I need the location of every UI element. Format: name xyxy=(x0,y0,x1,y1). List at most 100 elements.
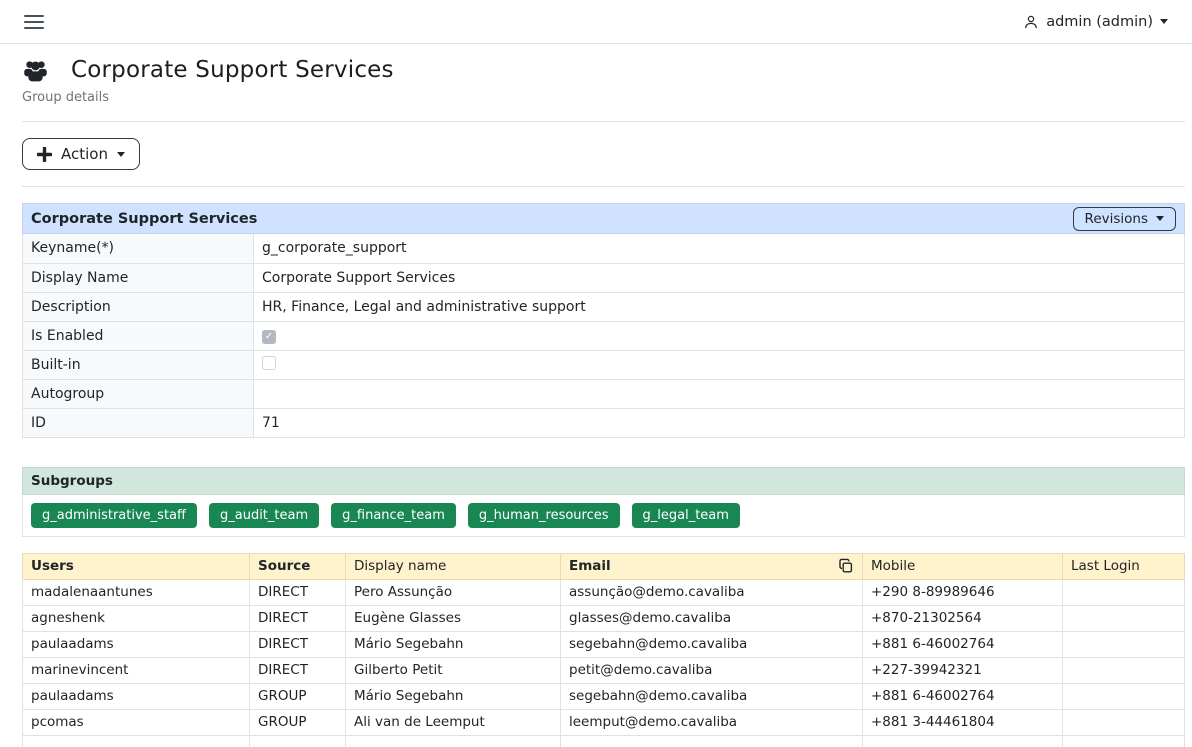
field-label: Keyname(*) xyxy=(23,234,254,263)
topbar: admin (admin) xyxy=(0,0,1192,44)
field-label: Display Name xyxy=(23,263,254,292)
cell-last-login xyxy=(1063,605,1185,631)
cell-email: segebahn@demo.cavaliba xyxy=(561,683,863,709)
col-header-display-name: Display name xyxy=(346,553,561,579)
field-value: HR, Finance, Legal and administrative su… xyxy=(254,292,1185,321)
cell-last-login xyxy=(1063,709,1185,735)
field-label: Built-in xyxy=(23,350,254,379)
action-button-label: Action xyxy=(61,145,108,163)
cell-source: GROUP xyxy=(250,683,346,709)
subgroup-badge[interactable]: g_human_resources xyxy=(468,503,620,528)
field-value: g_corporate_support xyxy=(254,234,1185,263)
person-icon xyxy=(1023,14,1039,30)
cell-username: marinevincent xyxy=(23,657,250,683)
users-section: Users Source Display name Email Mo xyxy=(22,553,1185,747)
field-value: 71 xyxy=(254,408,1185,437)
chevron-down-icon xyxy=(1160,19,1168,24)
cell-mobile: +881 6-46002764 xyxy=(863,683,1063,709)
user-menu-label: admin (admin) xyxy=(1046,14,1153,30)
subgroup-badge[interactable]: g_audit_team xyxy=(209,503,319,528)
field-label: ID xyxy=(23,408,254,437)
user-row[interactable]: paulaadams DIRECT Mário Segebahn segebah… xyxy=(23,631,1185,657)
cell-email: assunção@demo.cavaliba xyxy=(561,579,863,605)
cell-display-name: Mário Segebahn xyxy=(346,631,561,657)
cell-username: paulaadams xyxy=(23,683,250,709)
subgroups-list: g_administrative_staff g_audit_team g_fi… xyxy=(22,495,1185,537)
field-row-keyname: Keyname(*) g_corporate_support xyxy=(23,234,1185,263)
field-row-built-in: Built-in xyxy=(23,350,1185,379)
field-row-display-name: Display Name Corporate Support Services xyxy=(23,263,1185,292)
copy-icon[interactable] xyxy=(838,558,854,574)
user-row[interactable]: paulaadams GROUP Mário Segebahn segebahn… xyxy=(23,683,1185,709)
subgroup-badge[interactable]: g_administrative_staff xyxy=(31,503,197,528)
cell-source: DIRECT xyxy=(250,657,346,683)
cell-username: madalenaantunes xyxy=(23,579,250,605)
user-menu[interactable]: admin (admin) xyxy=(1023,14,1168,30)
field-value xyxy=(254,379,1185,408)
subgroup-badge[interactable]: g_finance_team xyxy=(331,503,456,528)
cell-source: DIRECT xyxy=(250,631,346,657)
cell-username: pcomas xyxy=(23,709,250,735)
is-enabled-checkbox: ✓ xyxy=(262,330,276,344)
field-label: Autogroup xyxy=(23,379,254,408)
user-row[interactable]: madalenaantunes DIRECT Pero Assunção ass… xyxy=(23,579,1185,605)
cell-display-name: Gilberto Petit xyxy=(346,657,561,683)
revisions-button[interactable]: Revisions xyxy=(1073,207,1176,231)
divider xyxy=(22,186,1185,187)
user-row-partial xyxy=(23,735,1185,747)
subgroup-badge[interactable]: g_legal_team xyxy=(632,503,740,528)
col-header-users: Users xyxy=(23,553,250,579)
cell-last-login xyxy=(1063,579,1185,605)
chevron-down-icon xyxy=(117,152,125,157)
cell-mobile: +881 6-46002764 xyxy=(863,631,1063,657)
cell-last-login xyxy=(1063,657,1185,683)
group-panel-title: Corporate Support Services xyxy=(31,211,257,227)
user-row[interactable]: marinevincent DIRECT Gilberto Petit peti… xyxy=(23,657,1185,683)
cell-mobile: +870-21302564 xyxy=(863,605,1063,631)
cell-source: GROUP xyxy=(250,709,346,735)
cell-mobile: +881 3-44461804 xyxy=(863,709,1063,735)
cell-display-name: Pero Assunção xyxy=(346,579,561,605)
group-users-icon xyxy=(22,58,49,83)
group-panel-header: Corporate Support Services Revisions xyxy=(22,203,1185,234)
cell-display-name: Eugène Glasses xyxy=(346,605,561,631)
col-header-email-label: Email xyxy=(569,558,611,574)
group-fields-table: Keyname(*) g_corporate_support Display N… xyxy=(22,234,1185,438)
cell-email: glasses@demo.cavaliba xyxy=(561,605,863,631)
revisions-button-label: Revisions xyxy=(1085,211,1148,227)
page-subtitle: Group details xyxy=(22,90,1185,105)
cell-last-login xyxy=(1063,683,1185,709)
cell-email: leemput@demo.cavaliba xyxy=(561,709,863,735)
field-value: Corporate Support Services xyxy=(254,263,1185,292)
cell-source: DIRECT xyxy=(250,605,346,631)
cell-display-name: Ali van de Leemput xyxy=(346,709,561,735)
cell-email: segebahn@demo.cavaliba xyxy=(561,631,863,657)
cell-username: agneshenk xyxy=(23,605,250,631)
cell-last-login xyxy=(1063,631,1185,657)
cell-mobile: +227-39942321 xyxy=(863,657,1063,683)
plus-icon xyxy=(37,147,52,162)
hamburger-menu-icon[interactable] xyxy=(24,11,44,33)
col-header-mobile: Mobile xyxy=(863,553,1063,579)
user-row[interactable]: pcomas GROUP Ali van de Leemput leemput@… xyxy=(23,709,1185,735)
subgroups-panel: Subgroups g_administrative_staff g_audit… xyxy=(22,467,1185,537)
subgroups-title: Subgroups xyxy=(31,473,113,489)
user-row[interactable]: agneshenk DIRECT Eugène Glasses glasses@… xyxy=(23,605,1185,631)
col-header-last-login: Last Login xyxy=(1063,553,1185,579)
cell-display-name: Mário Segebahn xyxy=(346,683,561,709)
col-header-email: Email xyxy=(561,553,863,579)
group-details-panel: Corporate Support Services Revisions Key… xyxy=(22,203,1185,438)
field-label: Is Enabled xyxy=(23,321,254,350)
subgroups-header: Subgroups xyxy=(22,467,1185,495)
chevron-down-icon xyxy=(1156,216,1164,221)
action-button[interactable]: Action xyxy=(22,138,140,170)
cell-source: DIRECT xyxy=(250,579,346,605)
page-header: Corporate Support Services xyxy=(22,57,1185,83)
field-row-description: Description HR, Finance, Legal and admin… xyxy=(23,292,1185,321)
cell-username: paulaadams xyxy=(23,631,250,657)
cell-mobile: +290 8-89989646 xyxy=(863,579,1063,605)
col-header-source: Source xyxy=(250,553,346,579)
field-row-autogroup: Autogroup xyxy=(23,379,1185,408)
field-row-is-enabled: Is Enabled ✓ xyxy=(23,321,1185,350)
users-table: Users Source Display name Email Mo xyxy=(22,553,1185,747)
